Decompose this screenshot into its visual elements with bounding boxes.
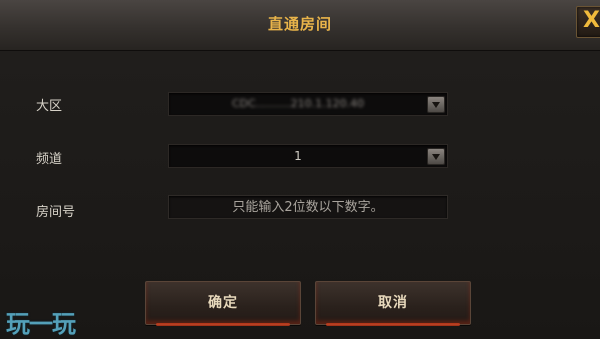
confirm-button-label: 确定 [208, 295, 238, 311]
dialog-title: 直通房间 [267, 15, 332, 33]
confirm-button-glow [156, 323, 290, 326]
watermark-logo: 玩一玩 [6, 310, 76, 338]
cancel-button-label: 取消 [378, 295, 408, 311]
dialog-header: 直通房间 [0, 0, 600, 51]
chevron-down-icon [432, 102, 440, 108]
room-number-input[interactable] [168, 195, 448, 219]
confirm-button[interactable]: 确定 [145, 281, 301, 326]
channel-dropdown[interactable]: 1 [168, 144, 448, 168]
channel-label: 频道 [36, 152, 63, 167]
close-button[interactable]: X [576, 6, 600, 38]
region-value: CDC..........210.1.120.40 [231, 97, 365, 110]
channel-value: 1 [294, 149, 302, 163]
close-icon: X [583, 8, 600, 33]
chevron-down-icon [432, 154, 440, 160]
channel-dropdown-button[interactable] [427, 148, 445, 165]
cancel-button-glow [326, 323, 460, 326]
region-label: 大区 [36, 99, 63, 114]
region-dropdown-button[interactable] [427, 96, 445, 113]
region-dropdown[interactable]: CDC..........210.1.120.40 [168, 92, 448, 116]
room-number-label: 房间号 [36, 205, 76, 220]
cancel-button[interactable]: 取消 [315, 281, 471, 326]
